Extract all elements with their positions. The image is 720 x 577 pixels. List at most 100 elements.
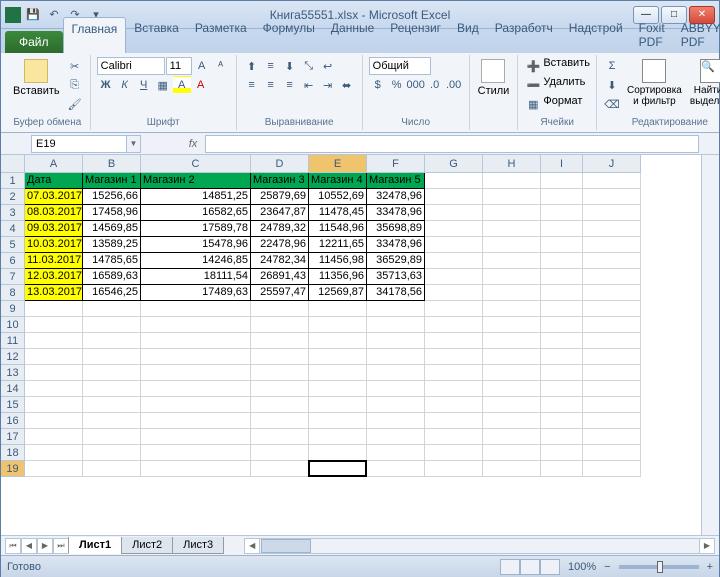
column-header-D[interactable]: D: [251, 155, 309, 173]
cell-G9[interactable]: [425, 301, 483, 317]
cell-C11[interactable]: [141, 333, 251, 349]
fx-button[interactable]: fx: [181, 138, 205, 150]
cell-E6[interactable]: 11456,98: [309, 253, 367, 269]
cell-E14[interactable]: [309, 381, 367, 397]
cell-G18[interactable]: [425, 445, 483, 461]
font-name-select[interactable]: Calibri: [97, 57, 165, 75]
cell-B5[interactable]: 13589,25: [83, 237, 141, 253]
cell-D5[interactable]: 22478,96: [251, 237, 309, 253]
autosum-button[interactable]: Σ: [603, 57, 621, 75]
view-pagebreak-button[interactable]: [540, 559, 560, 575]
cell-J10[interactable]: [583, 317, 641, 333]
cell-C9[interactable]: [141, 301, 251, 317]
cell-E2[interactable]: 10552,69: [309, 189, 367, 205]
cell-J2[interactable]: [583, 189, 641, 205]
cell-I14[interactable]: [541, 381, 583, 397]
cell-D6[interactable]: 24782,34: [251, 253, 309, 269]
cell-B10[interactable]: [83, 317, 141, 333]
sort-filter-button[interactable]: Сортировка и фильтр: [625, 57, 684, 109]
cell-I18[interactable]: [541, 445, 583, 461]
column-header-I[interactable]: I: [541, 155, 583, 173]
cell-G1[interactable]: [425, 173, 483, 189]
cell-I15[interactable]: [541, 397, 583, 413]
row-header-4[interactable]: 4: [1, 221, 25, 237]
cell-I3[interactable]: [541, 205, 583, 221]
cell-F10[interactable]: [367, 317, 425, 333]
name-box-dropdown[interactable]: ▼: [127, 135, 141, 153]
cell-D1[interactable]: Магазин 3: [251, 173, 309, 189]
align-right-button[interactable]: ≡: [281, 76, 299, 94]
styles-button[interactable]: Стили: [476, 57, 512, 99]
column-header-E[interactable]: E: [309, 155, 367, 173]
cell-D4[interactable]: 24789,32: [251, 221, 309, 237]
increase-font-button[interactable]: A: [193, 57, 211, 75]
zoom-out-button[interactable]: −: [604, 561, 610, 573]
cell-D17[interactable]: [251, 429, 309, 445]
cell-I10[interactable]: [541, 317, 583, 333]
cell-A19[interactable]: [25, 461, 83, 477]
cell-B13[interactable]: [83, 365, 141, 381]
cell-F14[interactable]: [367, 381, 425, 397]
column-header-A[interactable]: A: [25, 155, 83, 173]
cell-A13[interactable]: [25, 365, 83, 381]
cell-A4[interactable]: 09.03.2017: [25, 221, 83, 237]
row-header-8[interactable]: 8: [1, 285, 25, 301]
row-header-3[interactable]: 3: [1, 205, 25, 221]
cell-E15[interactable]: [309, 397, 367, 413]
tab-abbyy pdf[interactable]: ABBYY PDF: [673, 17, 720, 53]
cell-D11[interactable]: [251, 333, 309, 349]
cell-B17[interactable]: [83, 429, 141, 445]
zoom-slider[interactable]: [619, 565, 699, 569]
cell-D13[interactable]: [251, 365, 309, 381]
tab-данные[interactable]: Данные: [323, 17, 382, 53]
cell-grid[interactable]: ДатаМагазин 1Магазин 2Магазин 3Магазин 4…: [25, 173, 641, 477]
cell-J1[interactable]: [583, 173, 641, 189]
cell-I12[interactable]: [541, 349, 583, 365]
column-header-H[interactable]: H: [483, 155, 541, 173]
row-header-17[interactable]: 17: [1, 429, 25, 445]
cell-D14[interactable]: [251, 381, 309, 397]
cell-H7[interactable]: [483, 269, 541, 285]
row-header-13[interactable]: 13: [1, 365, 25, 381]
cell-J17[interactable]: [583, 429, 641, 445]
cell-J7[interactable]: [583, 269, 641, 285]
cell-G17[interactable]: [425, 429, 483, 445]
cell-J8[interactable]: [583, 285, 641, 301]
orientation-button[interactable]: ⤡: [300, 57, 318, 75]
cell-E13[interactable]: [309, 365, 367, 381]
cell-F9[interactable]: [367, 301, 425, 317]
bold-button[interactable]: Ж: [97, 76, 115, 94]
align-bottom-button[interactable]: ⬇: [281, 57, 299, 75]
cell-C18[interactable]: [141, 445, 251, 461]
cell-H6[interactable]: [483, 253, 541, 269]
cell-A17[interactable]: [25, 429, 83, 445]
hscroll-thumb[interactable]: [261, 539, 311, 553]
cell-A7[interactable]: 12.03.2017: [25, 269, 83, 285]
cell-H11[interactable]: [483, 333, 541, 349]
cell-F13[interactable]: [367, 365, 425, 381]
cell-C19[interactable]: [141, 461, 251, 477]
row-header-7[interactable]: 7: [1, 269, 25, 285]
cell-B18[interactable]: [83, 445, 141, 461]
sheet-tab-Лист3[interactable]: Лист3: [172, 537, 224, 554]
column-header-B[interactable]: B: [83, 155, 141, 173]
cell-H12[interactable]: [483, 349, 541, 365]
cell-G5[interactable]: [425, 237, 483, 253]
zoom-level[interactable]: 100%: [568, 561, 596, 573]
cell-I9[interactable]: [541, 301, 583, 317]
row-header-18[interactable]: 18: [1, 445, 25, 461]
cell-E17[interactable]: [309, 429, 367, 445]
tab-надстрой[interactable]: Надстрой: [561, 17, 631, 53]
cell-C16[interactable]: [141, 413, 251, 429]
cell-E7[interactable]: 11356,96: [309, 269, 367, 285]
cell-J6[interactable]: [583, 253, 641, 269]
tab-разработч[interactable]: Разработч: [487, 17, 561, 53]
row-header-5[interactable]: 5: [1, 237, 25, 253]
copy-button[interactable]: ⎘: [66, 76, 84, 94]
cell-J5[interactable]: [583, 237, 641, 253]
align-left-button[interactable]: ≡: [243, 76, 261, 94]
cell-C4[interactable]: 17589,78: [141, 221, 251, 237]
cell-G19[interactable]: [425, 461, 483, 477]
comma-button[interactable]: 000: [407, 76, 425, 94]
cell-D12[interactable]: [251, 349, 309, 365]
